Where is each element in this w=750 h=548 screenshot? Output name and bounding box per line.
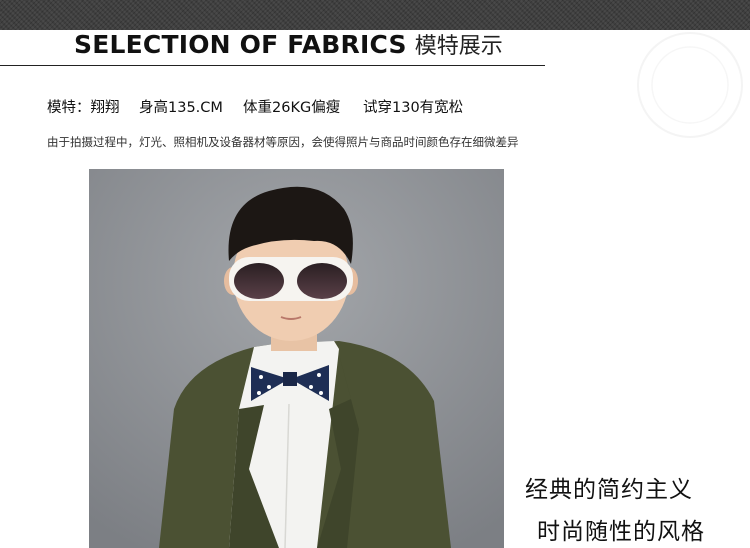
slogan-line-2: 时尚随性的风格 [537, 519, 705, 545]
watermark-decoration [637, 32, 743, 138]
title-english: SELECTION OF FABRICS [74, 30, 407, 59]
title-chinese: 模特展示 [414, 34, 503, 59]
model-height: 身高135.CM [139, 100, 223, 116]
model-fit: 试穿130有宽松 [363, 100, 464, 116]
model-info: 模特：翔翔 身高135.CM 体重26KG偏瘦 试穿130有宽松 [47, 96, 463, 116]
section-title: SELECTION OF FABRICS 模特展示 [74, 28, 503, 62]
model-name: 模特：翔翔 [47, 100, 120, 116]
model-weight: 体重26KG偏瘦 [243, 100, 341, 116]
fabric-texture-band [0, 0, 750, 30]
model-photo [89, 169, 504, 548]
header-divider [0, 65, 545, 66]
color-notice: 由于拍摄过程中，灯光、照相机及设备器材等原因，会使得照片与商品时间颜色存在细微差… [47, 135, 519, 149]
slogan-line-1: 经典的简约主义 [525, 477, 693, 503]
